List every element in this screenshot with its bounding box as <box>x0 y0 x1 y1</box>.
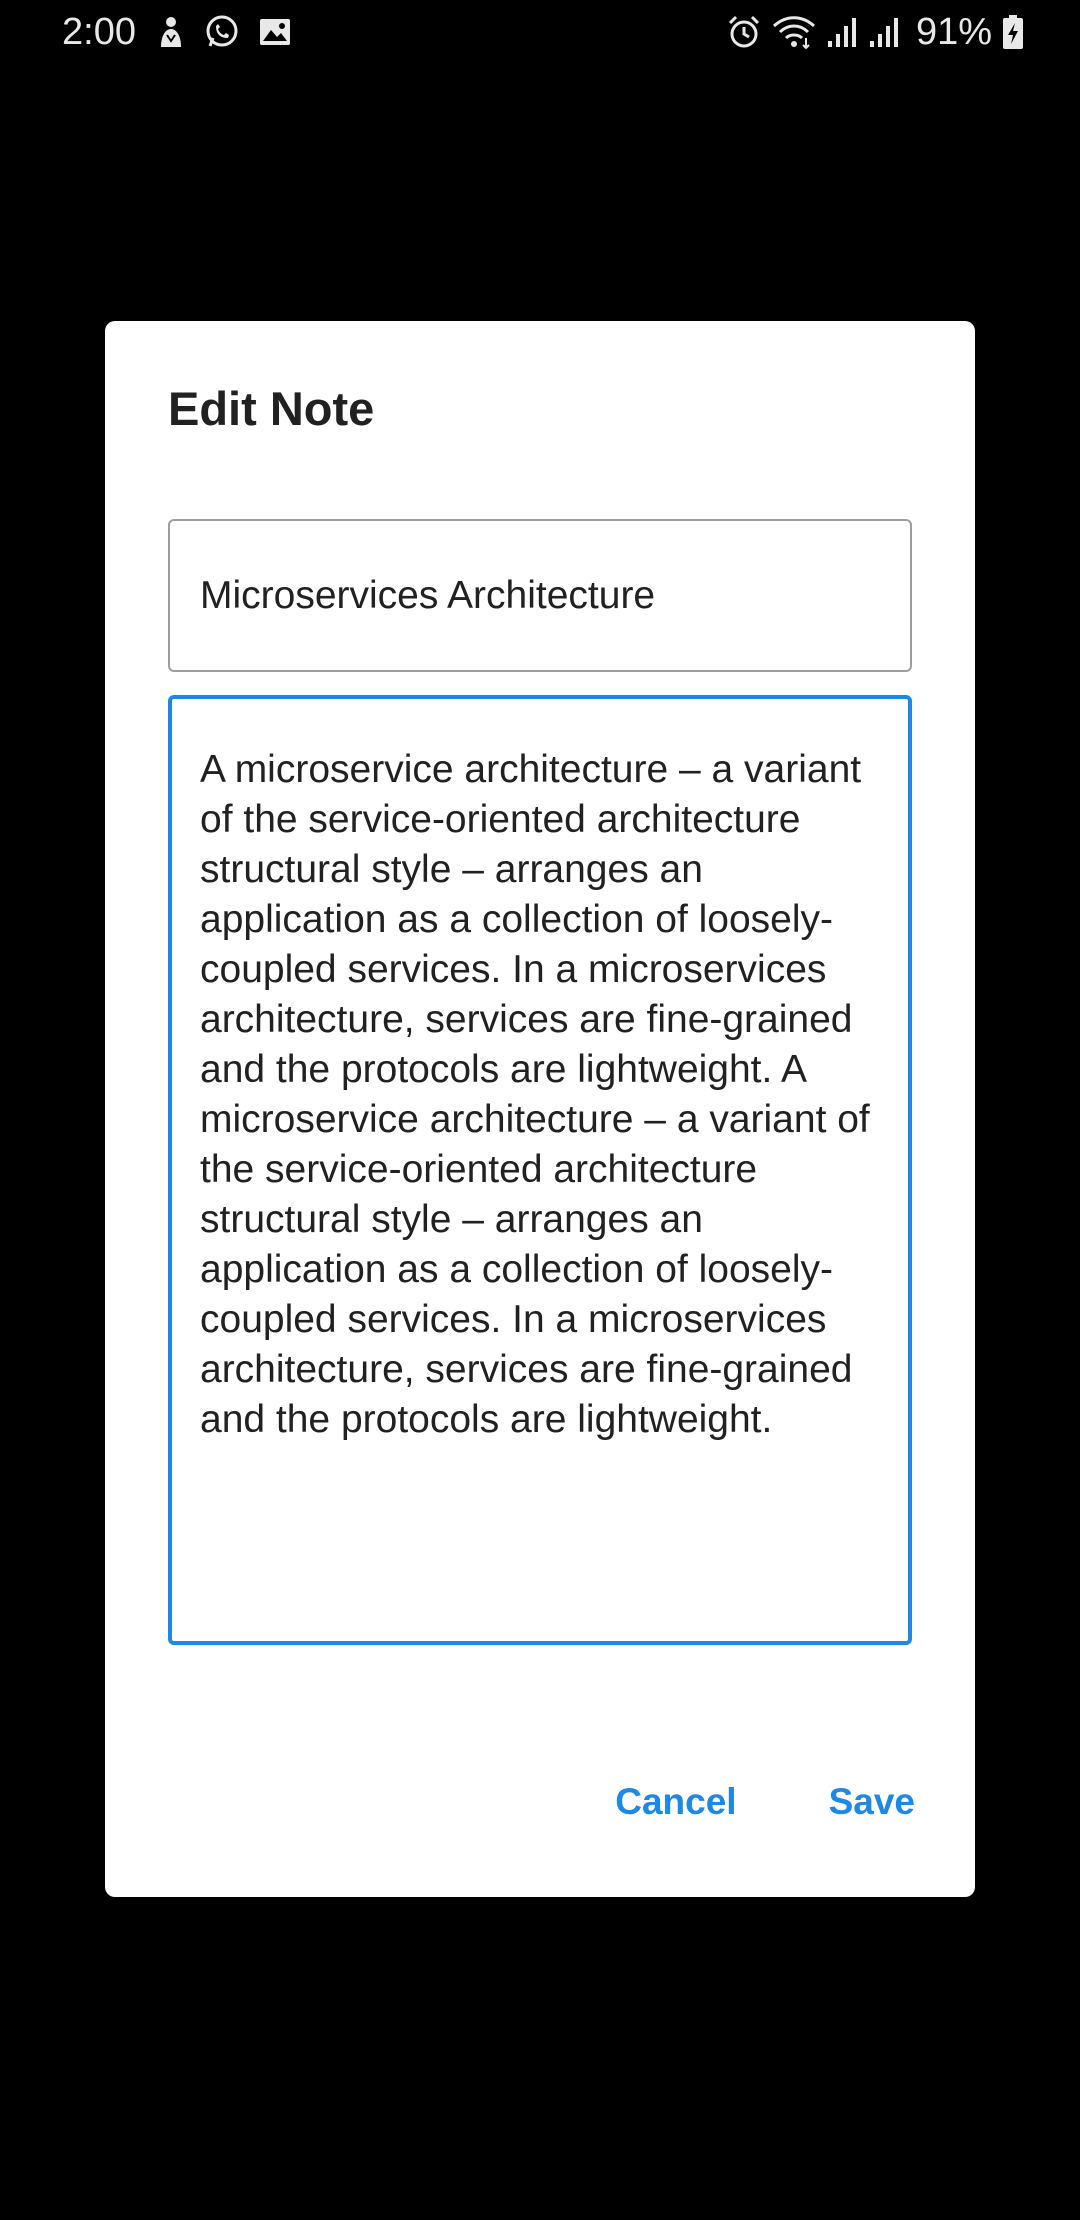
status-right-group: 91% <box>726 8 1024 56</box>
status-time: 2:00 <box>62 10 136 53</box>
tor-icon <box>156 15 186 49</box>
note-body-textarea[interactable]: A microservice architecture – a variant … <box>168 695 912 1645</box>
status-bar: 2:00 91% <box>0 0 1080 64</box>
edit-note-dialog: Edit Note A microservice architecture – … <box>105 321 975 1897</box>
signal-icon <box>826 15 858 49</box>
dialog-actions: Cancel Save <box>615 1781 915 1823</box>
dialog-title: Edit Note <box>168 382 375 435</box>
battery-percent: 91% <box>915 10 992 53</box>
status-left-group: 2:00 <box>62 8 292 56</box>
signal-icon <box>868 15 900 49</box>
whatsapp-icon <box>204 14 240 50</box>
alarm-icon <box>726 14 762 50</box>
gallery-icon <box>258 16 292 48</box>
cancel-button[interactable]: Cancel <box>615 1781 736 1823</box>
battery-charging-icon <box>1002 14 1024 50</box>
note-title-input[interactable] <box>168 519 912 672</box>
save-button[interactable]: Save <box>829 1781 915 1823</box>
wifi-icon <box>772 14 816 50</box>
